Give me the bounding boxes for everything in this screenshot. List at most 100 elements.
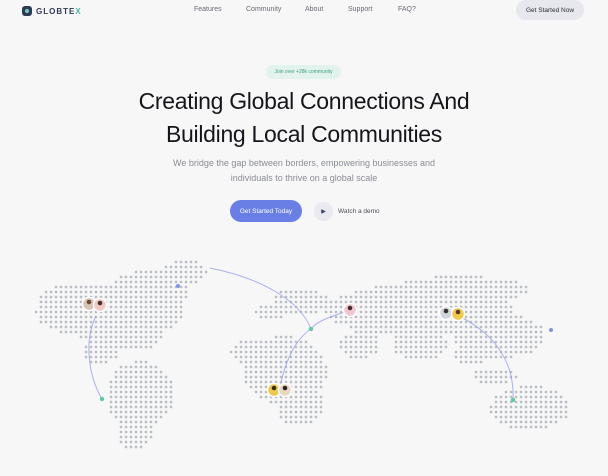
avatar-group-africa[interactable] [266,382,293,398]
map-dot [434,340,438,344]
map-dot [529,410,533,414]
map-dot [399,340,403,344]
map-dot [399,285,403,289]
map-dot [114,390,118,394]
map-dot [424,305,428,309]
map-dot [179,290,183,294]
map-dot [144,405,148,409]
nav-link-about[interactable]: About [305,6,348,13]
map-dot [304,380,308,384]
map-dot [179,295,183,299]
map-dot [129,425,133,429]
map-dot [264,355,268,359]
map-dot [394,295,398,299]
nav-link-faq[interactable]: FAQ? [398,6,416,13]
map-dot [139,330,143,334]
map-dot [144,300,148,304]
map-dot [489,285,493,289]
connection-arc [310,310,349,330]
map-dot [94,285,98,289]
map-dot [464,280,468,284]
map-dot [129,335,133,339]
map-dot [169,385,173,389]
map-dot [439,345,443,349]
avatar-group-europe[interactable] [342,302,358,318]
avatar-group-north-america[interactable] [81,296,108,313]
map-dot [134,295,138,299]
map-dot [189,265,193,269]
map-dot [474,295,478,299]
map-dot [489,280,493,284]
map-dot [399,320,403,324]
watch-demo-button[interactable]: ▶ Watch a demo [314,201,380,221]
map-dot [249,380,253,384]
map-dot [139,310,143,314]
map-dot [114,410,118,414]
map-dot [474,300,478,304]
map-dot [134,360,138,364]
map-dot [84,350,88,354]
map-dot [49,320,53,324]
map-dot [289,400,293,404]
nav-link-community[interactable]: Community [246,6,305,13]
map-dot [434,310,438,314]
get-started-today-button[interactable]: Get Started Today [230,200,302,222]
map-dot [299,365,303,369]
map-dot [134,370,138,374]
map-dot [109,325,113,329]
map-dot [459,355,463,359]
map-dot [159,315,163,319]
map-dot [444,325,448,329]
map-dot [484,370,488,374]
map-dot [229,350,233,354]
map-dot [389,285,393,289]
map-dot [414,325,418,329]
map-dot [444,280,448,284]
map-dot [159,405,163,409]
get-started-now-button[interactable]: Get Started Now [516,0,584,20]
map-dot [269,340,273,344]
map-dot [479,375,483,379]
map-dot [489,410,493,414]
map-dot [379,305,383,309]
map-dot [404,290,408,294]
map-dot [244,355,248,359]
map-dot [134,435,138,439]
map-dot [69,325,73,329]
map-dot [289,365,293,369]
map-dot [329,305,333,309]
map-dot [164,305,168,309]
map-dot [524,350,528,354]
map-dot [169,395,173,399]
map-dot [134,285,138,289]
avatar-group-asia[interactable] [438,305,466,322]
map-dot [554,410,558,414]
map-dot [124,375,128,379]
map-dot [64,295,68,299]
map-dot [134,270,138,274]
nav-link-features[interactable]: Features [194,6,246,13]
map-dot [309,375,313,379]
map-dot [514,280,518,284]
map-dot [489,325,493,329]
map-dot [364,355,368,359]
map-dot [504,380,508,384]
map-dot [499,355,503,359]
map-dot [489,305,493,309]
map-dot [159,270,163,274]
map-dot [489,330,493,334]
map-dot [39,305,43,309]
map-dot [494,300,498,304]
map-dot [249,385,253,389]
brand-logo[interactable]: GLOBTEX [22,5,82,17]
map-dot [404,305,408,309]
nav-link-support[interactable]: Support [348,6,398,13]
map-dot [149,270,153,274]
map-dot [444,300,448,304]
map-dot [424,320,428,324]
map-dot [434,335,438,339]
map-dot [429,315,433,319]
map-dot [199,265,203,269]
map-dot [509,405,513,409]
map-dot [514,420,518,424]
